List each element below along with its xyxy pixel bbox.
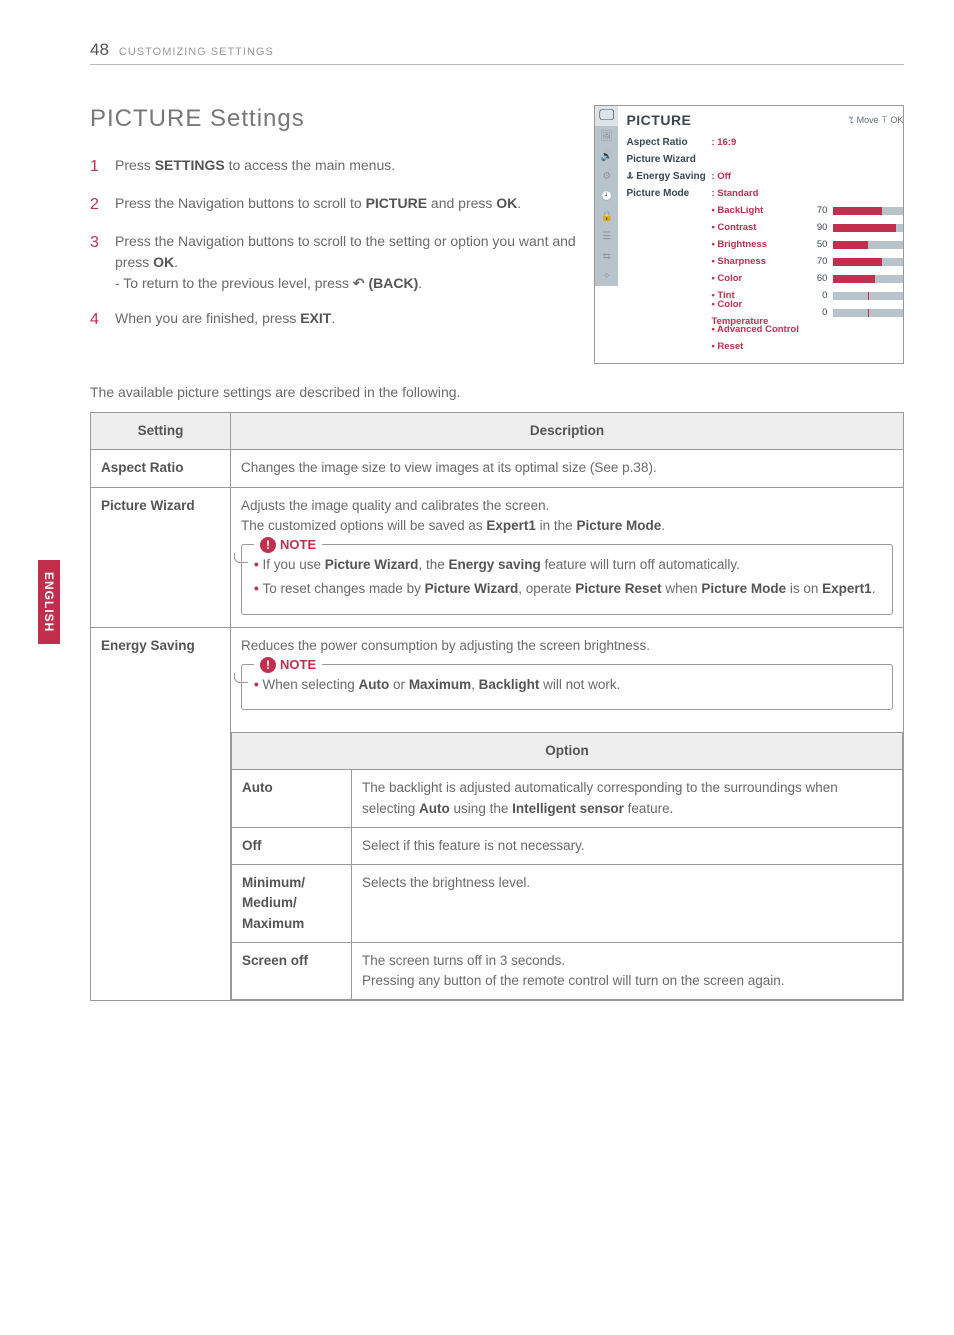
col-setting: Setting [91,413,231,450]
settings-tab-icon: ⚙ [595,166,618,186]
opt-row-min-med-max: Minimum/ Medium/ Maximum Selects the bri… [232,865,903,943]
osd-hint: ꔂ Move ꔉ OK [848,115,903,126]
section-title: PICTURE Settings [90,105,576,133]
audio-tab-icon: 🔊 [595,146,618,166]
osd-item[interactable]: ꕊ Energy Saving [626,168,711,185]
intro-text: The available picture settings are descr… [90,384,904,400]
time-tab-icon: 🕘 [595,186,618,206]
lock-tab-icon: 🔒 [595,206,618,226]
osd-item[interactable]: Aspect Ratio [626,134,711,151]
opt-row-off: Off Select if this feature is not necess… [232,827,903,864]
energy-option-table: Option Auto The backlight is adjusted au… [231,732,903,1000]
step-num: 1 [90,155,105,179]
settings-table: Setting Description Aspect Ratio Changes… [90,412,904,1001]
opt-row-screen-off: Screen off The screen turns off in 3 sec… [232,942,903,1000]
network-tab-icon: ⇆ [595,246,618,266]
header-section: CUSTOMIZING SETTINGS [119,46,274,58]
step-4: 4 When you are finished, press EXIT. [90,308,576,332]
language-tab: ENGLISH [38,560,60,644]
col-description: Description [231,413,904,450]
option-head: Option [232,733,903,770]
note-icon: ! [260,537,276,553]
opt-row-auto: Auto The backlight is adjusted automatic… [232,770,903,828]
support-tab-icon: ✧ [595,266,618,286]
osd-title: PICTURE [626,112,691,128]
option-tab-icon: ☰ [595,226,618,246]
monitor-icon: 🖵 [595,106,618,126]
osd-item[interactable]: Picture Mode [626,185,711,202]
row-energy-saving: Energy Saving Reduces the power consumpt… [91,627,904,1001]
step-num: 4 [90,308,105,332]
step-1: 1 Press SETTINGS to access the main menu… [90,155,576,179]
step-2: 2 Press the Navigation buttons to scroll… [90,193,576,217]
note-box: !NOTE When selecting Auto or Maximum, Ba… [241,664,893,710]
step-num: 2 [90,193,105,217]
step-3: 3 Press the Navigation buttons to scroll… [90,231,576,294]
step-num: 3 [90,231,105,294]
row-aspect-ratio: Aspect Ratio Changes the image size to v… [91,450,904,487]
picture-tab-icon: 🖼 [595,126,618,146]
row-picture-wizard: Picture Wizard Adjusts the image quality… [91,487,904,627]
osd-item[interactable]: Picture Wizard [626,151,711,168]
back-icon: ↶ [353,273,365,294]
note-box: !NOTE If you use Picture Wizard, the Ene… [241,544,893,615]
page-number: 48 [90,40,109,60]
osd-panel: 🖵 🖼 🔊 ⚙ 🕘 🔒 ☰ ⇆ ✧ PICTURE ꔂ Move ꔉ OK As… [594,105,904,364]
page-header: 48 CUSTOMIZING SETTINGS [90,40,904,65]
note-icon: ! [260,657,276,673]
